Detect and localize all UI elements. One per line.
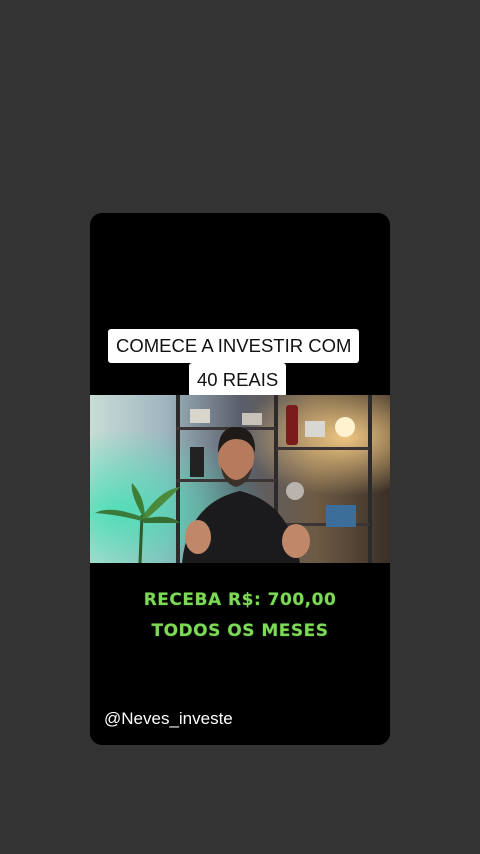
video-still-image	[90, 395, 390, 563]
promo-line-2: TODOS OS MESES	[151, 621, 329, 641]
caption-line-2: 40 REAIS	[189, 363, 287, 397]
promo-line-1: RECEBA R$: 700,00	[143, 590, 337, 610]
caption-line-1: COMECE A INVESTIR COM	[108, 329, 360, 363]
screen: COMECE A INVESTIR COM 40 REAIS RECEBA R$…	[0, 0, 480, 854]
account-handle[interactable]: @Neves_investe	[104, 709, 233, 729]
video-post-card[interactable]: COMECE A INVESTIR COM 40 REAIS RECEBA R$…	[90, 213, 390, 745]
video-frame[interactable]	[90, 395, 390, 563]
